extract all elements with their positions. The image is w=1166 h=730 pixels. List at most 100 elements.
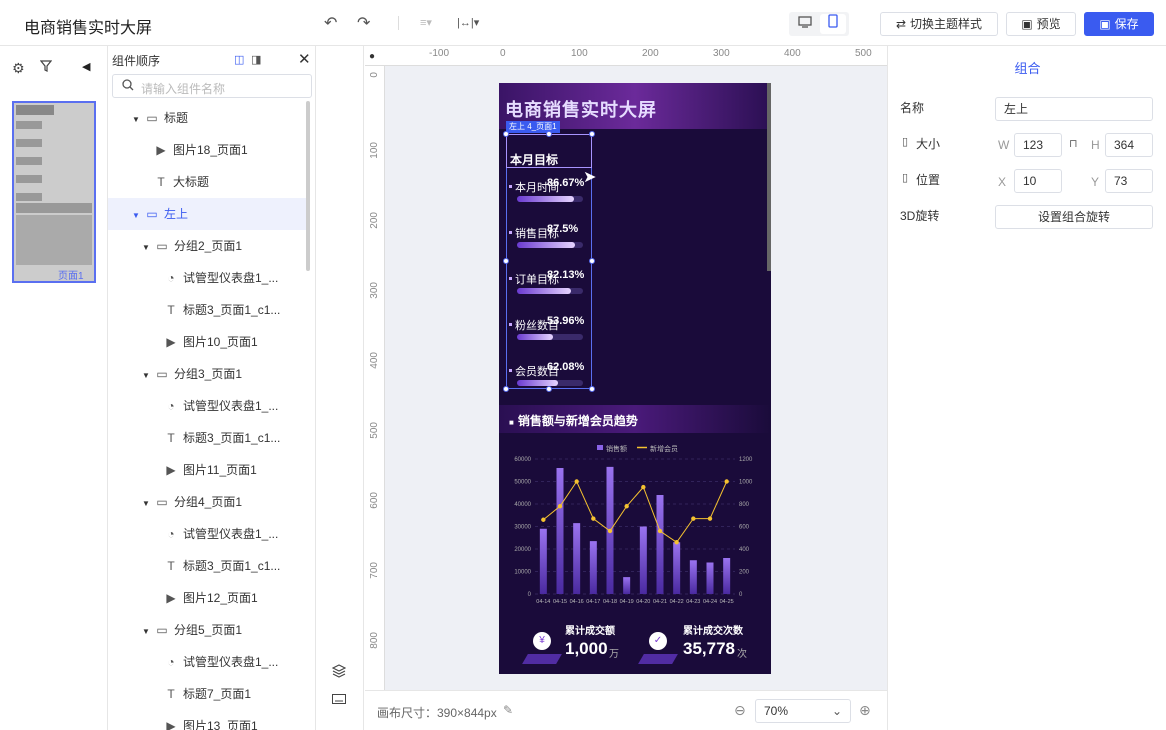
caret-down-icon[interactable]: ▼ — [132, 104, 142, 136]
bullet-icon — [509, 231, 512, 234]
eye-icon[interactable]: ● — [369, 51, 375, 62]
stat2-unit: 次 — [737, 649, 747, 660]
chart-title: ■ 销售额与新增会员趋势 — [509, 414, 638, 428]
caret-down-icon[interactable]: ▼ — [142, 232, 152, 264]
canvas-area[interactable]: -100 0 100 200 300 400 500 0 100 200 300 400 500 600… — [365, 46, 887, 690]
folder-icon: ▭ — [156, 367, 168, 381]
name-field[interactable]: 左上 — [995, 97, 1153, 121]
desktop-icon[interactable] — [792, 14, 818, 34]
props-title: 组合 — [1014, 61, 1041, 76]
image-icon: ▶ — [166, 719, 176, 730]
switch-theme-button[interactable]: ⇄ 切换主题样式 — [880, 12, 998, 36]
layer-item[interactable]: ◔ 试管型仪表盘1_... — [108, 262, 308, 294]
ruler-tick-label: 700 — [369, 562, 380, 579]
layers-scrollbar[interactable] — [306, 101, 310, 271]
edit-icon[interactable]: ✎ — [503, 703, 513, 717]
layer-search-input[interactable]: 请输入组件名称 — [112, 74, 312, 98]
layer-item[interactable]: ▶ 图片18_页面1 — [108, 134, 308, 166]
collapse-icon[interactable]: ◀ — [82, 60, 90, 73]
bullet-icon — [509, 185, 512, 188]
resize-handle[interactable] — [503, 258, 509, 264]
layer-item[interactable]: ▼ ▭ 分组3_页面1 — [108, 358, 308, 390]
close-icon[interactable]: ✕ — [298, 50, 311, 68]
bar — [556, 468, 564, 594]
text-icon: T — [167, 687, 175, 701]
line-point — [591, 516, 596, 521]
caret-down-icon[interactable]: ▼ — [132, 200, 142, 232]
mobile-canvas[interactable]: 电商销售实时大屏 左上 4_页面1 本月目标 本月时间 86.67% 销售目标 87.… — [499, 83, 771, 674]
layer-item[interactable]: ▶ 图片12_页面1 — [108, 582, 308, 614]
zoom-in-icon[interactable]: ⊕ — [859, 702, 871, 719]
mobile-icon[interactable] — [820, 14, 846, 34]
redo-icon[interactable]: ↷ — [357, 13, 370, 33]
keyboard-icon[interactable] — [332, 692, 346, 707]
layer-item[interactable]: T 标题3_页面1_c1... — [108, 422, 308, 454]
caret-down-icon[interactable]: ▼ — [142, 360, 152, 392]
layer-item[interactable]: ◔ 试管型仪表盘1_... — [108, 390, 308, 422]
layer-item[interactable]: ◔ 试管型仪表盘1_... — [108, 518, 308, 550]
layer-item[interactable]: T 标题3_页面1_c1... — [108, 294, 308, 326]
resize-handle[interactable] — [589, 386, 595, 392]
ruler-tick-label: 800 — [369, 632, 380, 649]
y2-tick-label: 800 — [739, 502, 750, 508]
undo-icon[interactable]: ↶ — [324, 13, 337, 33]
ruler-tick-label: 600 — [369, 492, 380, 509]
x-tick-label: 04-22 — [670, 599, 684, 605]
resize-handle[interactable] — [589, 131, 595, 137]
resize-handle[interactable] — [589, 258, 595, 264]
layer-item[interactable]: ▼ ▭ 分组2_页面1 — [108, 230, 308, 262]
y2-tick-label: 600 — [739, 525, 750, 531]
preview-button[interactable]: ▣ 预览 — [1006, 12, 1076, 36]
width-field[interactable]: 123 — [1014, 133, 1062, 157]
left-rail: ⚙ ◀ 页面1 — [0, 46, 108, 730]
resize-handle[interactable] — [503, 386, 509, 392]
layer-label: 试管型仪表盘1_... — [183, 655, 279, 669]
layer-item[interactable]: T 标题3_页面1_c1... — [108, 550, 308, 582]
resize-handle[interactable] — [546, 386, 552, 392]
bar — [573, 523, 581, 594]
resize-handle[interactable] — [503, 131, 509, 137]
layer-item[interactable]: ▼ ▭ 分组5_页面1 — [108, 614, 308, 646]
layer-item[interactable]: ◔ 试管型仪表盘1_... — [108, 646, 308, 678]
size-icon: ▯ — [902, 136, 909, 148]
selection-box[interactable] — [506, 134, 592, 389]
save-button[interactable]: ▣ 保存 — [1084, 12, 1154, 36]
layout-icon[interactable]: ◫ — [234, 53, 244, 66]
caret-down-icon[interactable]: ▼ — [142, 488, 152, 520]
kpi-bar — [517, 288, 571, 294]
layer-item[interactable]: ▼ ▭ 左上 — [108, 198, 308, 230]
layer-item[interactable]: T 标题7_页面1 — [108, 678, 308, 710]
folder-icon: ▭ — [156, 623, 168, 637]
filter-icon[interactable] — [39, 60, 53, 75]
align-icon[interactable]: ≡▾ — [420, 16, 432, 29]
layers-icon[interactable] — [331, 664, 347, 681]
resize-handle[interactable] — [546, 131, 552, 137]
layer-item[interactable]: ▶ 图片10_页面1 — [108, 326, 308, 358]
layer-item[interactable]: ▼ ▭ 分组4_页面1 — [108, 486, 308, 518]
x-field[interactable]: 10 — [1014, 169, 1062, 193]
cursor-icon: ➤ — [583, 169, 597, 186]
layer-item[interactable]: T 大标题 — [108, 166, 308, 198]
layer-item[interactable]: ▶ 图片13_页面1 — [108, 710, 308, 730]
layer-label: 分组2_页面1 — [174, 239, 243, 253]
layer-label: 试管型仪表盘1_... — [183, 527, 279, 541]
zoom-out-icon[interactable]: ⊖ — [734, 702, 746, 719]
stat2-value: 35,778 — [683, 639, 735, 658]
height-field[interactable]: 364 — [1105, 133, 1153, 157]
check-icon: ✓ — [649, 632, 667, 650]
set-rotation-button[interactable]: 设置组合旋转 — [995, 205, 1153, 229]
distribute-icon[interactable]: |↔|▾ — [457, 16, 479, 29]
page-thumbnail[interactable]: 页面1 — [12, 101, 96, 283]
canvas-scrollbar[interactable] — [767, 83, 771, 271]
toolbar-divider — [398, 16, 399, 30]
layer-item[interactable]: ▶ 图片11_页面1 — [108, 454, 308, 486]
zoom-select[interactable]: 70% ⌄ — [755, 699, 851, 723]
split-icon[interactable]: ◨ — [251, 53, 261, 66]
lock-icon[interactable]: ⊓ — [1069, 137, 1078, 150]
yuan-icon: ¥ — [533, 632, 551, 650]
gear-icon[interactable]: ⚙ — [12, 60, 25, 77]
bar — [623, 577, 631, 594]
layer-item[interactable]: ▼ ▭ 标题 — [108, 102, 308, 134]
y-field[interactable]: 73 — [1105, 169, 1153, 193]
caret-down-icon[interactable]: ▼ — [142, 616, 152, 648]
